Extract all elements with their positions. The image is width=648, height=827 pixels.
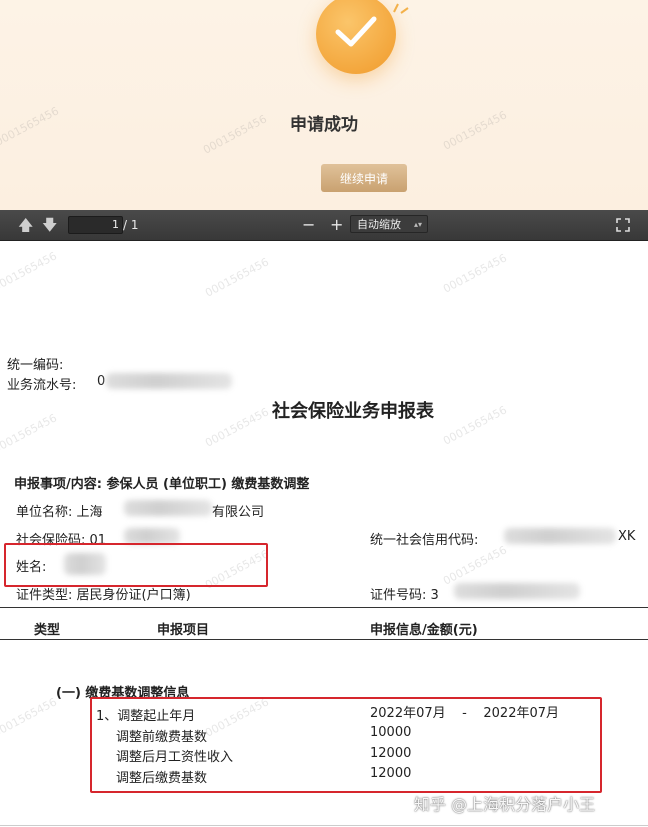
redacted-credit-code [504, 528, 616, 544]
pdf-document-page: 0001565456 0001565456 0001565456 0001565… [0, 241, 648, 827]
zoom-in-button[interactable]: + [330, 210, 343, 240]
zoom-out-button[interactable]: − [302, 210, 315, 240]
zhihu-credit-watermark: 知乎 @上海积分落户小王 [414, 795, 596, 814]
success-check-icon [316, 0, 396, 74]
col-value-header: 申报信息/金额(元) [370, 623, 478, 638]
table-header-rule [0, 639, 648, 640]
unified-code-label: 统一编码: [7, 358, 64, 373]
redacted-social-insurance-code [124, 528, 180, 544]
adjustment-highlight-box [90, 697, 602, 793]
redacted-serial-number [106, 373, 232, 389]
id-number-label: 证件号码: 3 [370, 588, 439, 603]
watermark: 0001565456 [0, 249, 59, 294]
watermark: 0001565456 [0, 695, 59, 740]
unit-name-suffix: 有限公司 [212, 505, 265, 520]
watermark: 0001565456 [441, 403, 509, 448]
watermark: 0001565456 [203, 405, 271, 450]
success-title: 申请成功 [290, 115, 358, 135]
zoom-select[interactable]: 自动缩放 ▴▾ [350, 215, 428, 233]
col-item-header: 申报项目 [157, 623, 210, 638]
chevron-updown-icon: ▴▾ [413, 220, 422, 229]
redacted-id-number [454, 583, 580, 599]
name-highlight-box [4, 543, 268, 587]
credit-code-suffix: XK [618, 529, 636, 544]
sparkle-icon [393, 3, 409, 14]
col-type-header: 类型 [34, 623, 61, 638]
redacted-unit-name [124, 500, 212, 516]
watermark: 0001565456 [0, 411, 59, 456]
zoom-select-value: 自动缩放 [357, 218, 401, 231]
document-title: 社会保险业务申报表 [272, 401, 434, 422]
toolbar-edge [0, 210, 6, 240]
page-bottom-rule [0, 825, 648, 826]
pdf-toolbar: 🡅 🡇 1 / 1 − + 自动缩放 ▴▾ [0, 210, 648, 241]
unit-name-label: 单位名称: 上海 [16, 505, 103, 520]
page-total: / 1 [123, 218, 139, 232]
watermark: 0001565456 [441, 543, 509, 588]
success-banner: 申请成功 继续申请 0001565456 0001565456 00015654… [0, 0, 648, 210]
previous-page-icon[interactable]: 🡅 [18, 210, 33, 240]
credit-code-label: 统一社会信用代码: [370, 533, 479, 548]
continue-apply-button[interactable]: 继续申请 [321, 164, 407, 192]
serial-number-label: 业务流水号: [7, 378, 77, 393]
serial-number-prefix: 0 [97, 374, 106, 389]
next-page-icon[interactable]: 🡇 [42, 210, 57, 240]
id-type-label: 证件类型: 居民身份证(户口簿) [16, 588, 191, 603]
table-top-rule [0, 607, 648, 608]
watermark: 0001565456 [203, 255, 271, 300]
page-number-input[interactable]: 1 [68, 216, 123, 234]
watermark: 0001565456 [441, 251, 509, 296]
declaration-item: 申报事项/内容: 参保人员 (单位职工) 缴费基数调整 [14, 477, 310, 492]
fullscreen-icon[interactable] [616, 218, 630, 232]
